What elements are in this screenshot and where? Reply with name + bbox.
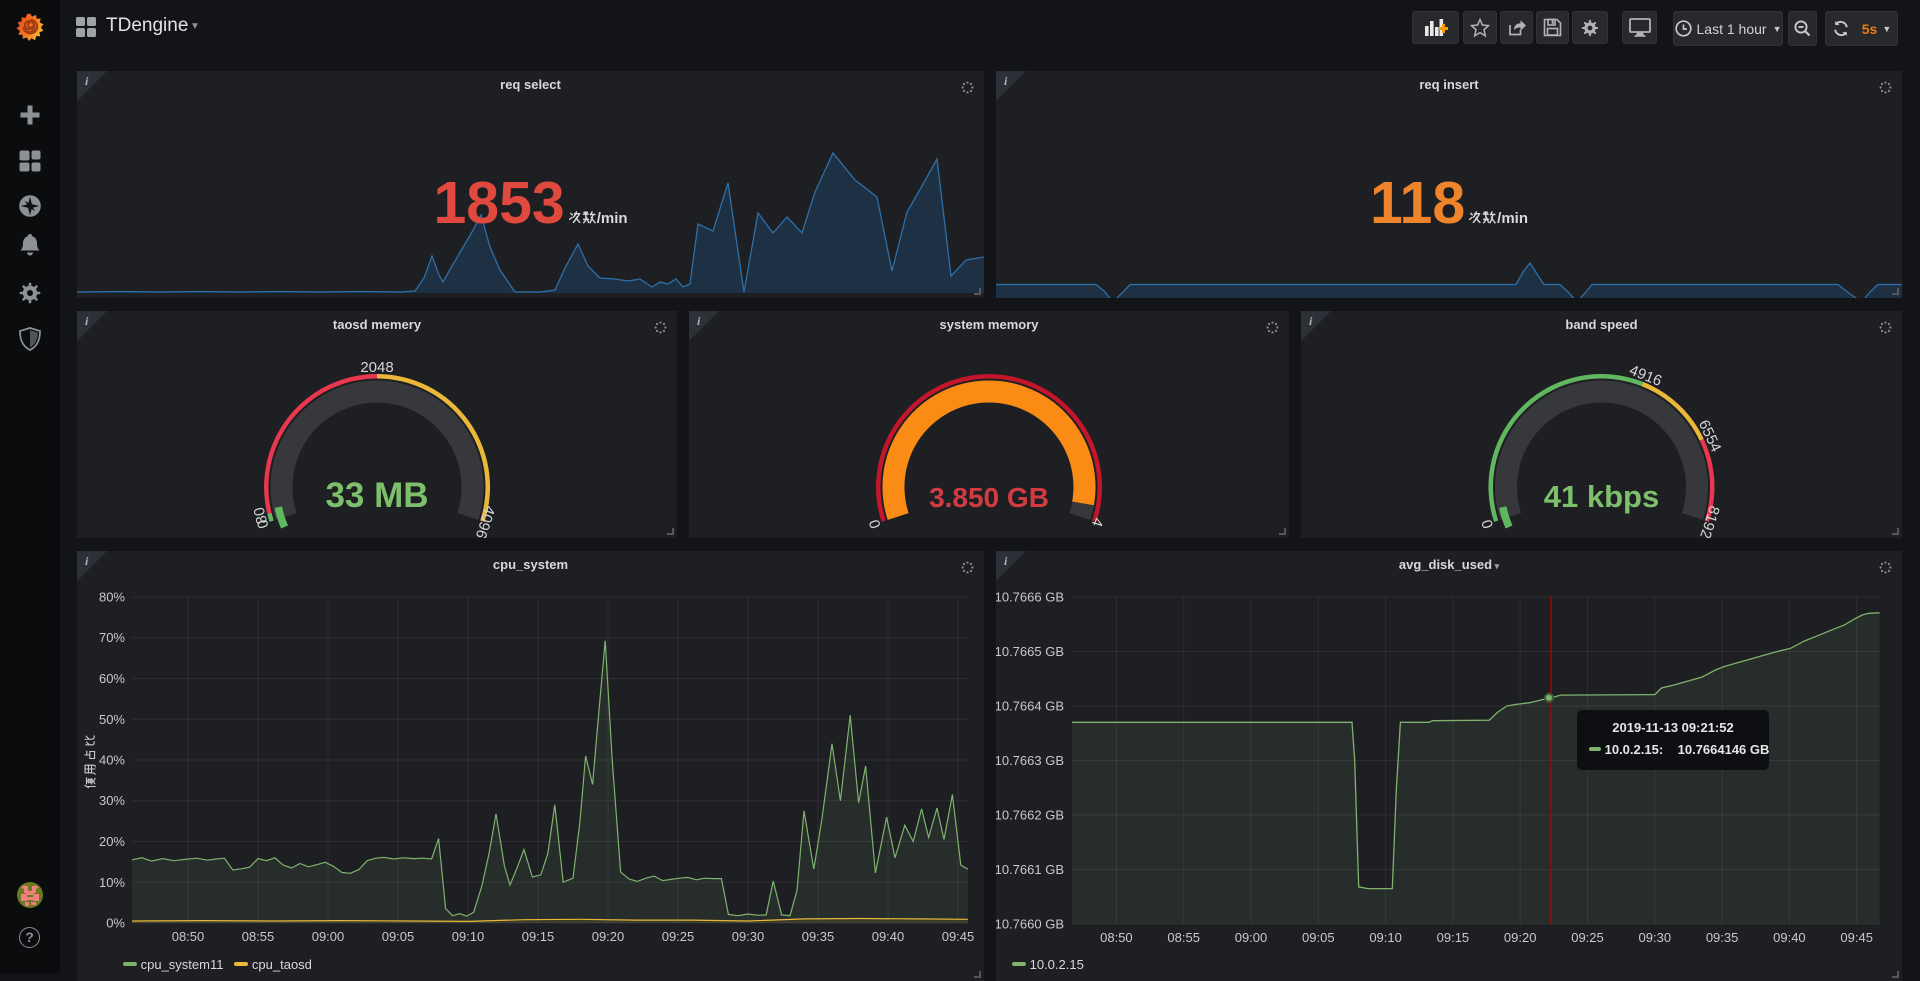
svg-text:09:20: 09:20 [592, 929, 625, 944]
svg-text:09:00: 09:00 [1235, 930, 1268, 945]
svg-text:10%: 10% [99, 875, 125, 890]
svg-text:09:05: 09:05 [382, 929, 415, 944]
svg-text:08:50: 08:50 [1100, 930, 1133, 945]
svg-text:09:45: 09:45 [942, 929, 975, 944]
svg-text:08:55: 08:55 [242, 929, 275, 944]
svg-text:3.850 GB: 3.850 GB [929, 482, 1049, 513]
svg-text:09:25: 09:25 [1571, 930, 1604, 945]
svg-text:70%: 70% [99, 630, 125, 645]
svg-text:10.7666 GB: 10.7666 GB [996, 590, 1064, 605]
svg-text:30%: 30% [99, 793, 125, 808]
svg-text:09:30: 09:30 [1639, 930, 1672, 945]
svg-text:09:45: 09:45 [1840, 930, 1873, 945]
svg-text:10.7663 GB: 10.7663 GB [996, 753, 1064, 768]
svg-text:0%: 0% [106, 916, 125, 931]
svg-text:09:40: 09:40 [872, 929, 905, 944]
svg-text:20%: 20% [99, 834, 125, 849]
svg-text:41 kbps: 41 kbps [1544, 479, 1659, 514]
svg-text:08:50: 08:50 [172, 929, 205, 944]
svg-text:10.7660 GB: 10.7660 GB [996, 917, 1064, 932]
svg-text:09:40: 09:40 [1773, 930, 1806, 945]
svg-text:09:10: 09:10 [452, 929, 485, 944]
svg-text:80%: 80% [99, 590, 125, 605]
svg-text:50%: 50% [99, 712, 125, 727]
svg-text:09:05: 09:05 [1302, 930, 1335, 945]
svg-text:09:30: 09:30 [732, 929, 765, 944]
svg-text:09:00: 09:00 [312, 929, 345, 944]
svg-text:0: 0 [866, 517, 885, 530]
svg-text:4: 4 [1088, 515, 1107, 528]
svg-text:09:15: 09:15 [1437, 930, 1470, 945]
svg-text:40%: 40% [99, 753, 125, 768]
svg-text:09:10: 09:10 [1369, 930, 1402, 945]
svg-text:33 MB: 33 MB [325, 476, 428, 515]
svg-text:09:35: 09:35 [802, 929, 835, 944]
svg-text:0: 0 [1478, 517, 1497, 530]
svg-text:10.7665 GB: 10.7665 GB [996, 644, 1064, 659]
svg-text:09:25: 09:25 [662, 929, 695, 944]
svg-text:09:35: 09:35 [1706, 930, 1739, 945]
svg-text:10.7662 GB: 10.7662 GB [996, 808, 1064, 823]
svg-text:2048: 2048 [360, 359, 393, 376]
svg-text:08:55: 08:55 [1167, 930, 1200, 945]
svg-text:09:20: 09:20 [1504, 930, 1537, 945]
svg-text:60%: 60% [99, 671, 125, 686]
svg-text:10.7664 GB: 10.7664 GB [996, 699, 1064, 714]
svg-text:09:15: 09:15 [522, 929, 555, 944]
svg-text:10.7661 GB: 10.7661 GB [996, 862, 1064, 877]
